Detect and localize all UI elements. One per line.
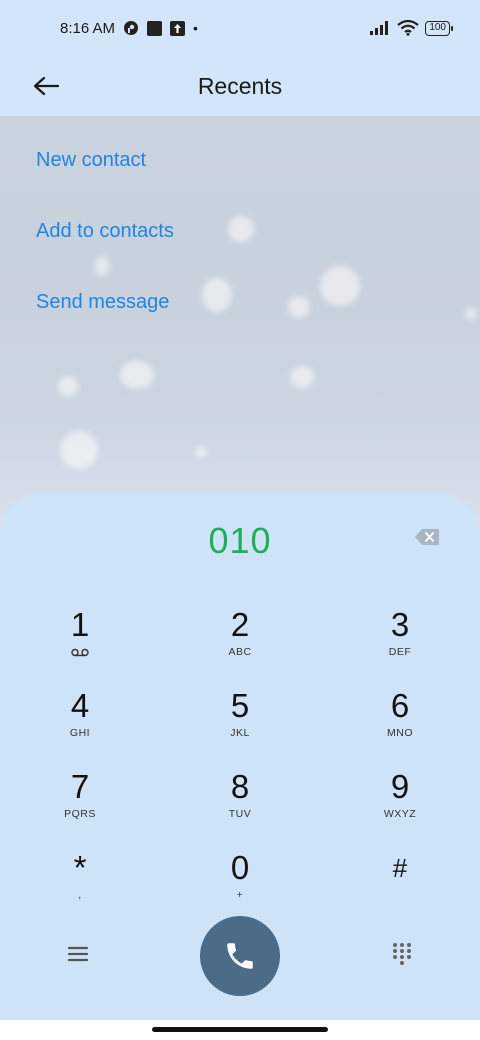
navigation-bar [0,1020,480,1040]
key-9[interactable]: 9 WXYZ [340,768,460,846]
dialpad-icon[interactable] [390,942,414,966]
key-digit: 0 [230,849,250,886]
key-digit: 4 [70,687,90,724]
key-digit: * [73,849,87,886]
key-digit: 5 [230,687,250,724]
status-time: 8:16 AM [60,19,116,37]
key-digit: # [392,853,408,883]
key-letters: , [78,889,82,901]
key-3[interactable]: 3 DEF [340,606,460,684]
status-bar: 8:16 AM • 100 [0,0,480,56]
key-digit: 3 [390,606,410,643]
arrow-left-icon [33,76,59,96]
battery-indicator: 100 [425,20,453,36]
key-6[interactable]: 6 MNO [340,687,460,765]
key-7[interactable]: 7 PQRS [20,768,140,846]
new-contact-link[interactable]: New contact [36,140,174,211]
key-5[interactable]: 5 JKL [180,687,300,765]
send-message-link[interactable]: Send message [36,282,174,353]
key-letters: PQRS [64,808,96,820]
dialer-actions [0,914,480,998]
voicemail-icon [71,648,89,657]
dot-icon: • [193,20,198,36]
upload-icon [170,20,186,36]
key-letters: + [236,889,244,901]
home-indicator[interactable] [152,1027,328,1032]
key-digit: 2 [230,606,250,643]
app-bar: Recents [0,56,480,116]
key-letters: ABC [228,646,252,658]
menu-icon[interactable] [64,942,92,966]
key-digit: 8 [230,768,250,805]
call-button[interactable] [200,916,280,996]
contact-options: New contact Add to contacts Send message [36,140,174,353]
key-digit: 7 [70,768,90,805]
key-letters: MNO [387,727,413,739]
key-digit: 6 [390,687,410,724]
signal-icon [370,21,389,35]
key-letters: TUV [228,808,252,820]
add-to-contacts-link[interactable]: Add to contacts [36,211,174,282]
key-letters: GHI [69,727,91,739]
number-display-row: 010 [0,494,480,584]
key-8[interactable]: 8 TUV [180,768,300,846]
dialed-number: 010 [208,520,272,561]
key-1[interactable]: 1 [20,606,140,684]
key-letters: WXYZ [383,808,417,820]
wifi-icon [397,20,419,36]
vpn-key-icon [124,21,139,35]
dialer-panel: 010 1 2 ABC 3 DEF 4 GHI 5 JKL 6 MNO 7 PQ… [0,494,480,1020]
key-digit: 9 [390,768,410,805]
key-letters: DEF [388,646,412,658]
page-title: Recents [197,72,283,99]
key-digit: 1 [70,606,90,643]
back-button[interactable] [26,66,66,106]
square-notification-icon [147,20,163,36]
phone-icon [227,943,253,969]
backspace-icon[interactable] [414,528,440,546]
key-4[interactable]: 4 GHI [20,687,140,765]
key-letters: JKL [230,727,250,739]
key-2[interactable]: 2 ABC [180,606,300,684]
